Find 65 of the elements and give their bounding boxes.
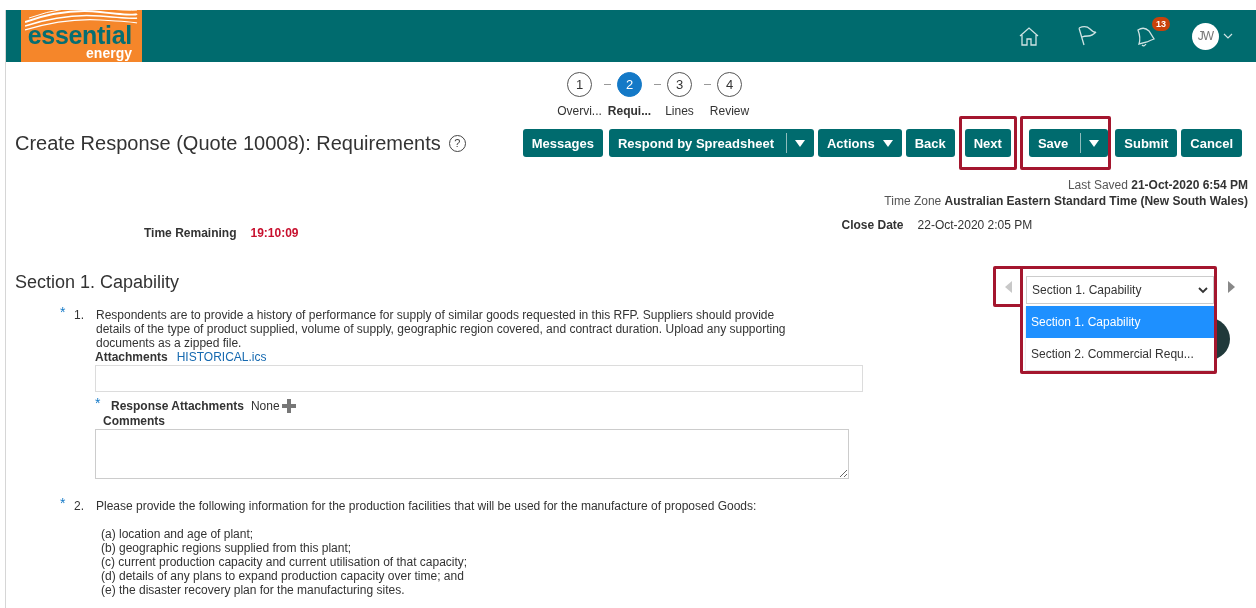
train-step[interactable]: 2 <box>617 72 642 97</box>
info-text: Last Saved 21-Oct-2020 6:54 PM <box>1067 178 1248 192</box>
list-item-text: (d) details of any plans to expand production capacity over time; and <box>101 569 465 583</box>
dropdown-option[interactable]: Section 2. Commercial Requ... <box>1026 338 1214 370</box>
list-item-text: (b) geographic regions supplied from this plant; <box>101 541 353 555</box>
previous-section-button[interactable] <box>993 266 1023 307</box>
field-value: None <box>250 399 280 413</box>
page-title: Create Response (Quote 10008): Requirements <box>15 131 441 155</box>
field-label: Close Date <box>841 218 904 234</box>
toolbar-button[interactable]: Back <box>905 129 955 157</box>
train-step[interactable]: 3 <box>667 72 692 97</box>
chevron-down-icon <box>1198 286 1208 294</box>
attachment-link[interactable]: HISTORICAL.ics <box>176 350 267 364</box>
logo-text: energy <box>86 46 132 60</box>
countdown-value: 19:10:09 <box>250 226 299 240</box>
toolbar-button[interactable]: Messages <box>522 129 603 157</box>
step-label: Review <box>709 104 750 118</box>
required-mark: * <box>60 306 67 318</box>
field-label: Response Attachments <box>111 399 244 413</box>
plus-icon <box>281 399 296 413</box>
comments-field[interactable] <box>95 429 849 479</box>
field-label: Attachments <box>95 350 168 364</box>
step-label: Overvi... <box>557 104 602 118</box>
toolbar-button[interactable]: Actions <box>818 129 902 157</box>
required-mark: * <box>95 397 102 409</box>
caret-icon <box>1089 139 1100 147</box>
chevron-down-icon <box>1223 32 1233 40</box>
question-text: Respondents are to provide a history of performance for supply of similar goods requested in this RFP. Suppliers should provide details of the type of product supplied, volume of supply, geographic region covered, and contract duration. Upload any supporting documents as a zipped file. <box>96 308 787 350</box>
section-dropdown[interactable]: Section 1. Capability <box>1026 276 1214 304</box>
question-text: Please provide the following information for the production facilities that will be used for the manufacture of proposed Goods: <box>96 499 758 513</box>
dropdown-option[interactable]: Section 1. Capability <box>1026 306 1214 338</box>
list-item-text: (c) current production capacity and current utilisation of that capacity; <box>101 555 469 569</box>
train-step[interactable]: 1 <box>567 72 592 97</box>
question-number: 2. <box>74 499 85 513</box>
toolbar-button[interactable]: Save <box>1028 129 1109 157</box>
flag-icon <box>1076 25 1098 47</box>
right-arrow-icon <box>1227 280 1235 293</box>
notification-badge: 13 <box>1152 17 1170 31</box>
step-label: Lines <box>665 104 694 118</box>
field-value: 22-Oct-2020 2:05 PM <box>917 218 1033 234</box>
add-button[interactable] <box>281 399 296 413</box>
caret-icon <box>882 139 893 147</box>
list-item-text: (e) the disaster recovery plan for the manufacturing sites. <box>101 583 406 597</box>
field-label: Comments <box>103 414 166 428</box>
notifications-button[interactable]: 13 <box>1123 10 1167 62</box>
user-menu-button[interactable]: JW <box>1181 10 1244 62</box>
required-mark: * <box>60 497 67 509</box>
bell-icon <box>1134 25 1156 47</box>
home-icon <box>1018 25 1040 47</box>
toolbar-button[interactable]: Next <box>964 129 1011 157</box>
caret-icon <box>795 139 805 147</box>
toolbar-button[interactable]: Respond by Spreadsheet <box>608 129 814 157</box>
toolbar-button[interactable]: Submit <box>1115 129 1178 157</box>
train-step[interactable]: 4 <box>717 72 742 97</box>
user-avatar: JW <box>1192 22 1219 50</box>
left-arrow-icon <box>1004 280 1012 293</box>
response-field[interactable] <box>95 365 863 392</box>
info-text: Time Zone Australian Eastern Standard Time (New South Wales) <box>884 194 1248 208</box>
step-label: Requi... <box>607 104 652 118</box>
logo-text: essential <box>27 24 132 46</box>
section-title: Section 1. Capability <box>15 272 180 293</box>
question-number: 1. <box>74 308 85 322</box>
field-label: Time Remaining <box>144 226 237 240</box>
toolbar-button[interactable]: Cancel <box>1181 129 1242 157</box>
list-item-text: (a) location and age of plant; <box>101 527 255 541</box>
